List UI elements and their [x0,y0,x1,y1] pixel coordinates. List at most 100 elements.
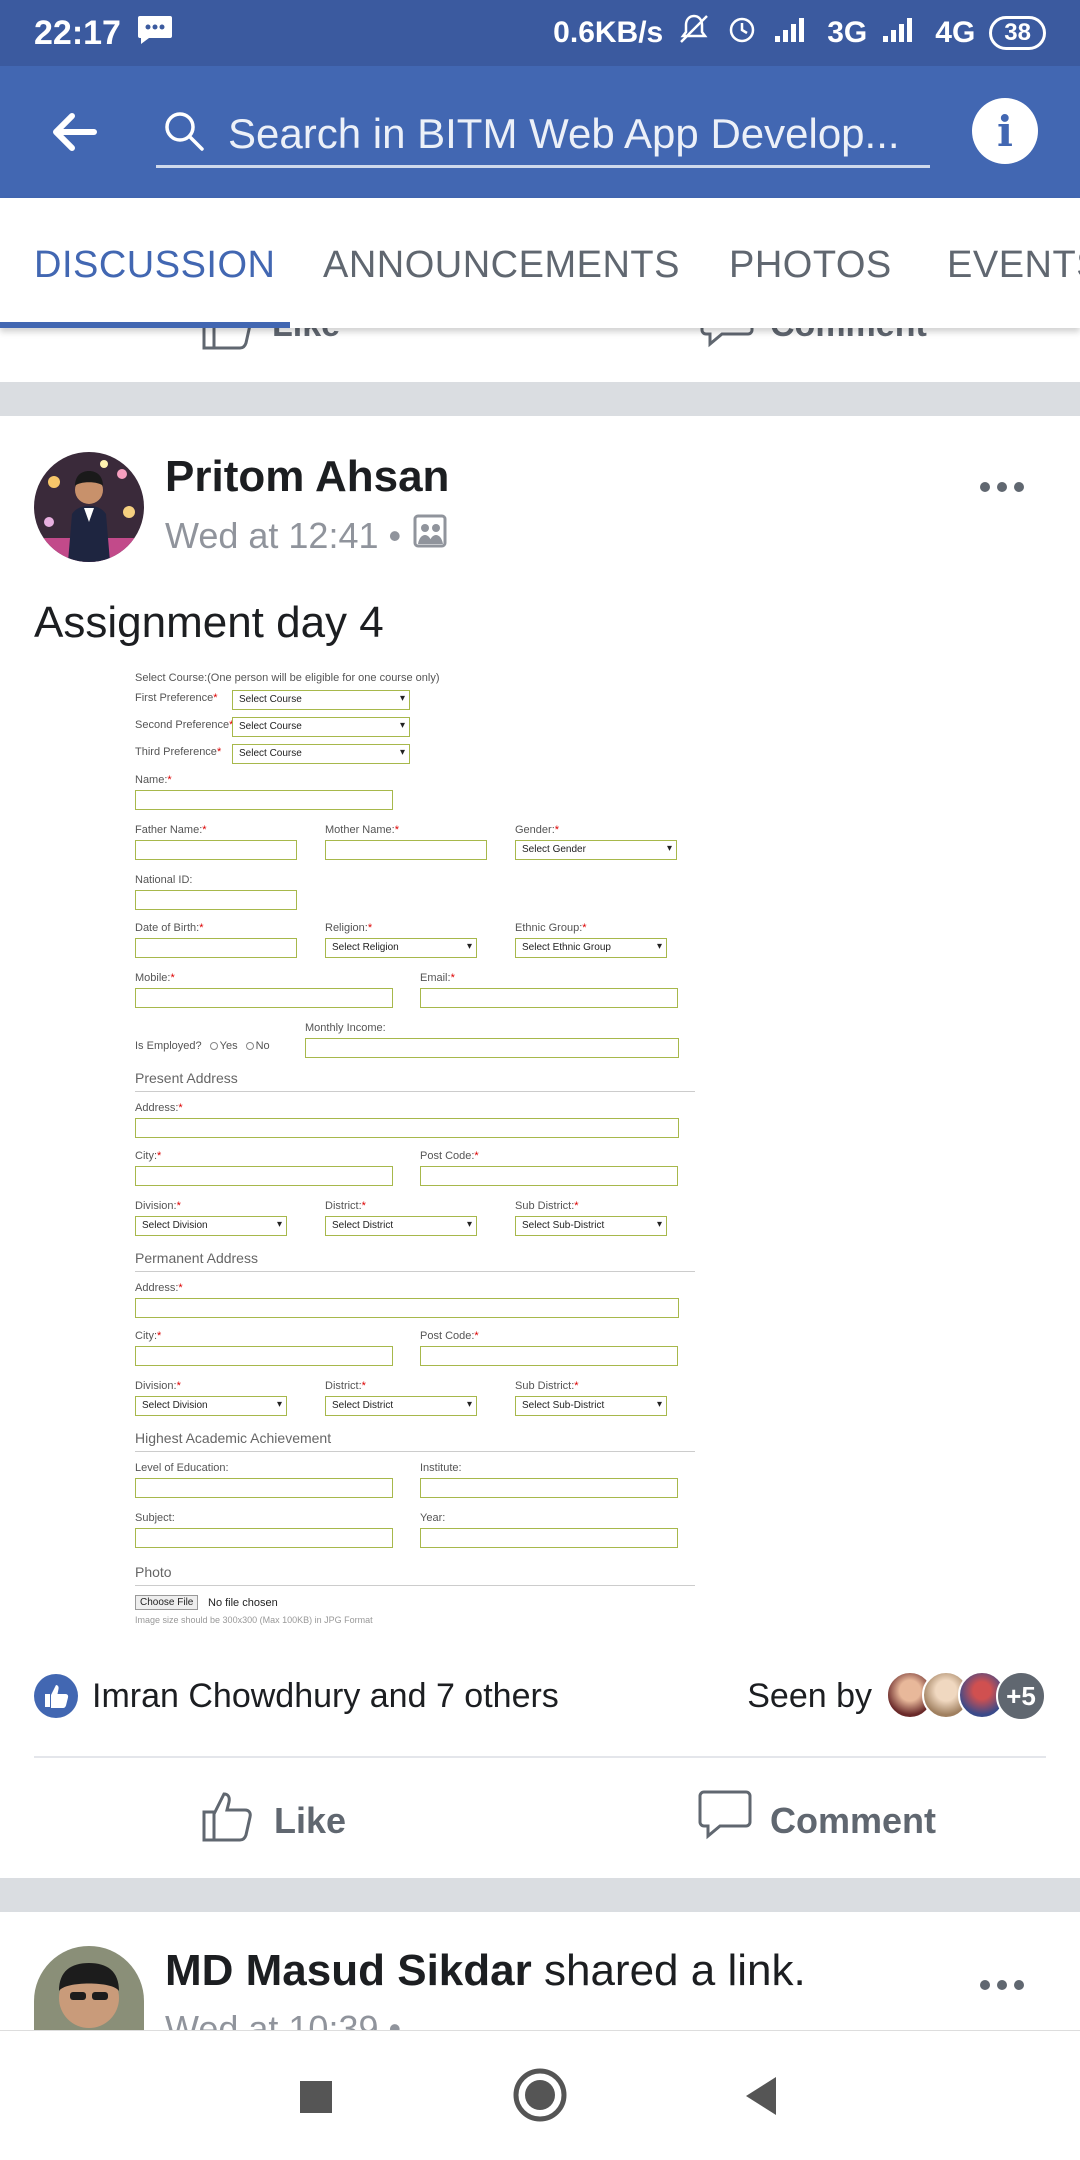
form-label-employed: Is Employed? [135,1040,202,1052]
back-nav-button[interactable] [742,2075,780,2122]
form-label-permanent-subdistrict: Sub District: [515,1380,579,1392]
like-label: Like [274,1799,347,1841]
form-input-income [305,1038,679,1058]
post-text: Assignment day 4 [34,598,384,647]
form-input-mobile [135,988,393,1008]
tab-announcements[interactable]: ANNOUNCEMENTS [323,244,680,287]
form-input-national-id [135,890,297,910]
form-input-subject [135,1528,393,1548]
form-label-subject: Subject: [135,1512,175,1524]
signal-icon-1 [773,14,813,52]
form-label-email: Email: [420,972,455,984]
form-label-father-name: Father Name: [135,824,207,836]
form-label-religion: Religion: [325,922,372,934]
comment-button[interactable]: Comment [698,1788,936,1853]
form-heading-photo: Photo [135,1564,172,1580]
form-label-permanent-city: City: [135,1330,161,1342]
form-heading-academic: Highest Academic Achievement [135,1430,332,1446]
form-label-year: Year: [420,1512,446,1524]
like-reaction-icon [34,1674,78,1718]
form-label-second-pref: Second Preference [135,719,233,731]
seen-more-count: +5 [996,1671,1046,1721]
form-input-email [420,988,678,1008]
form-input-father-name [135,840,297,860]
form-select-ethnic: Select Ethnic Group [515,938,667,958]
feed-separator [0,382,1080,416]
recents-button[interactable] [298,2079,334,2120]
back-triangle-icon [746,2077,776,2115]
form-label-name: Name: [135,774,172,786]
post-image-registration-form[interactable]: Select Course:(One person will be eligib… [120,660,720,1640]
home-icon [513,2068,567,2122]
post-author[interactable]: Pritom Ahsan [165,452,449,502]
form-employed-group: Is Employed? Yes No [135,1040,270,1052]
form-image-note: Image size should be 300x300 (Max 100KB)… [135,1615,373,1625]
seen-by-label: Seen by [747,1676,872,1715]
signal-icon-2 [881,14,921,52]
form-label-level: Level of Education: [135,1462,229,1474]
form-input-dob [135,938,297,958]
form-course-title: Select Course:(One person will be eligib… [135,672,440,684]
form-label-mother-name: Mother Name: [325,824,399,836]
alarm-icon [725,12,759,54]
group-info-button[interactable]: i [972,98,1038,164]
author-avatar[interactable] [34,452,144,562]
form-select-present-subdistrict: Select Sub-District [515,1216,667,1236]
post-divider [34,1756,1046,1758]
seen-by[interactable]: Seen by +5 [747,1671,1046,1721]
battery-indicator: 38 [989,16,1046,50]
like-button[interactable]: Like [200,1788,346,1853]
form-input-present-address [135,1118,679,1138]
mute-icon [677,12,711,54]
back-arrow-icon [53,113,97,151]
form-label-mobile: Mobile: [135,972,175,984]
form-select-present-district: Select District [325,1216,477,1236]
form-label-present-district: District: [325,1200,366,1212]
recents-icon [300,2081,332,2113]
form-heading-present-address: Present Address [135,1070,238,1086]
form-label-no: No [255,1040,270,1052]
form-label-yes: Yes [219,1040,238,1052]
form-select-present-division: Select Division [135,1216,287,1236]
likes-summary[interactable]: Imran Chowdhury and 7 others [92,1677,559,1716]
radio-yes-icon [209,1042,218,1051]
form-select-permanent-subdistrict: Select Sub-District [515,1396,667,1416]
post-timestamp: Wed at 12:41 • [165,514,447,557]
group-search-input[interactable]: Search in BITM Web App Develop... [156,102,930,168]
form-select-first-pref: Select Course [232,690,410,710]
tab-discussion[interactable]: DISCUSSION [34,244,275,287]
form-divider [135,1451,695,1452]
form-label-permanent-district: District: [325,1380,366,1392]
form-divider [135,1271,695,1272]
system-nav-bar [0,2030,1080,2160]
next-post-author[interactable]: MD Masud Sikdar [165,1946,532,1995]
form-label-ethnic: Ethnic Group: [515,922,587,934]
message-notification-icon [137,14,173,53]
form-select-gender: Select Gender [515,840,677,860]
back-button[interactable] [50,102,136,162]
form-divider [135,1091,695,1092]
group-audience-icon [413,514,447,557]
home-button[interactable] [512,2067,568,2128]
form-input-level [135,1478,393,1498]
tab-events[interactable]: EVENTS [947,244,1080,287]
active-tab-indicator [0,322,290,328]
comment-icon [698,1788,752,1853]
form-label-present-address: Address: [135,1102,183,1114]
form-input-permanent-city [135,1346,393,1366]
form-label-present-postcode: Post Code: [420,1150,479,1162]
seen-by-avatars: +5 [886,1671,1046,1721]
next-post-more-options-icon[interactable] [978,1958,1026,2003]
form-label-gender: Gender: [515,824,559,836]
next-author-avatar[interactable] [34,1946,144,2030]
tab-photos[interactable]: PHOTOS [729,244,892,287]
form-label-present-subdistrict: Sub District: [515,1200,579,1212]
status-time: 22:17 [34,13,121,52]
next-post-header: MD Masud Sikdar shared a link. [165,1946,806,1996]
form-label-first-pref: First Preference [135,692,218,704]
post-more-options-icon[interactable] [978,460,1026,505]
form-input-institute [420,1478,678,1498]
app-bar: Search in BITM Web App Develop... i [0,66,1080,198]
search-icon [162,109,206,158]
form-select-permanent-division: Select Division [135,1396,287,1416]
